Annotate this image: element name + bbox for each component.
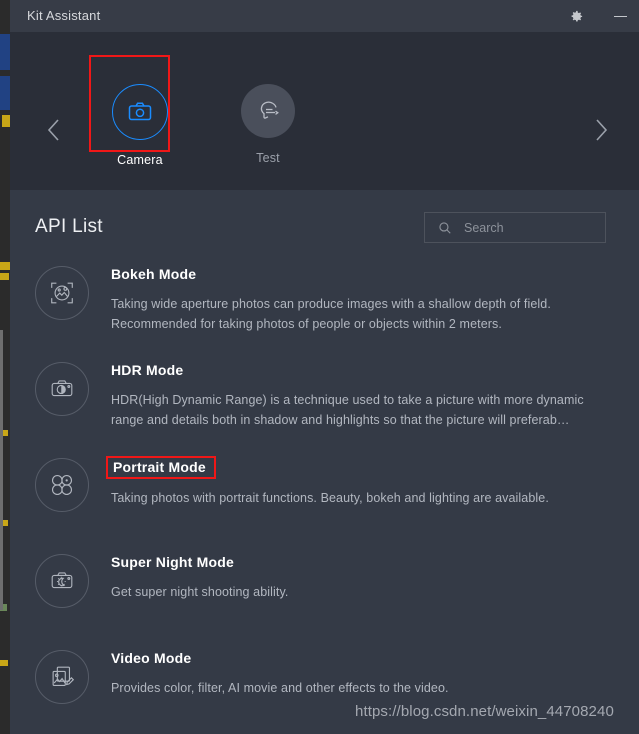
minimize-icon: [613, 15, 627, 17]
search-input[interactable]: [462, 219, 627, 236]
api-row-title: Video Mode: [111, 650, 192, 666]
api-row-description: Provides color, filter, AI movie and oth…: [111, 681, 449, 695]
page-title: API List: [35, 216, 103, 237]
carousel-item-test[interactable]: Test: [228, 84, 308, 165]
api-row-title: HDR Mode: [111, 362, 184, 378]
gear-icon: [569, 9, 584, 24]
kit-assistant-window: Kit Assistant Camera Test API List Searc…: [10, 0, 639, 734]
carousel-item-label: Test: [256, 151, 280, 165]
photo-edit-icon: [35, 650, 89, 704]
bg-line: [2, 115, 10, 127]
camera-icon: [112, 84, 168, 140]
api-row-portrait-mode[interactable]: Portrait Mode Taking photos with portrai…: [10, 456, 639, 554]
camera-contrast-icon: [35, 362, 89, 416]
api-row-description: Get super night shooting ability.: [111, 585, 289, 599]
bg-line: [0, 262, 10, 270]
title-bar: Kit Assistant: [10, 0, 639, 33]
settings-button[interactable]: [560, 0, 592, 32]
clover-petals-icon: [35, 458, 89, 512]
api-row-bokeh-mode[interactable]: Bokeh Mode Taking wide aperture photos c…: [10, 266, 639, 362]
api-row-video-mode[interactable]: Video Mode Provides color, filter, AI mo…: [10, 650, 639, 734]
api-row-list: Bokeh Mode Taking wide aperture photos c…: [10, 266, 639, 734]
chevron-left-icon: [43, 119, 65, 150]
face-speech-icon: [241, 84, 295, 138]
carousel-prev-button[interactable]: [43, 114, 65, 146]
carousel-item-camera[interactable]: Camera: [100, 84, 180, 167]
api-row-description: HDR(High Dynamic Range) is a technique u…: [111, 393, 584, 427]
api-row-hdr-mode[interactable]: HDR Mode HDR(High Dynamic Range) is a te…: [10, 362, 639, 458]
search-icon: [438, 221, 452, 235]
window-title: Kit Assistant: [27, 8, 101, 23]
api-row-description: Taking wide aperture photos can produce …: [111, 297, 551, 331]
search-box[interactable]: [424, 212, 627, 243]
camera-night-icon: [35, 554, 89, 608]
api-row-title: Super Night Mode: [111, 554, 234, 570]
carousel-next-button[interactable]: [590, 114, 612, 146]
api-row-super-night-mode[interactable]: Super Night Mode Get super night shootin…: [10, 554, 639, 650]
api-row-description: Taking photos with portrait functions. B…: [111, 491, 549, 505]
bg-line: [0, 660, 8, 666]
bg-line: [0, 273, 9, 280]
bokeh-frame-photo-icon: [35, 266, 89, 320]
carousel-item-label: Camera: [117, 153, 163, 167]
mode-carousel: Camera Test: [10, 32, 639, 190]
minimize-button[interactable]: [604, 0, 636, 32]
api-list-section: API List Search Bokeh Mode Taking wide a…: [10, 190, 639, 734]
chevron-right-icon: [590, 119, 612, 150]
bg-line: [0, 330, 3, 610]
api-row-title: Portrait Mode: [106, 456, 216, 479]
api-row-title: Bokeh Mode: [111, 266, 197, 282]
